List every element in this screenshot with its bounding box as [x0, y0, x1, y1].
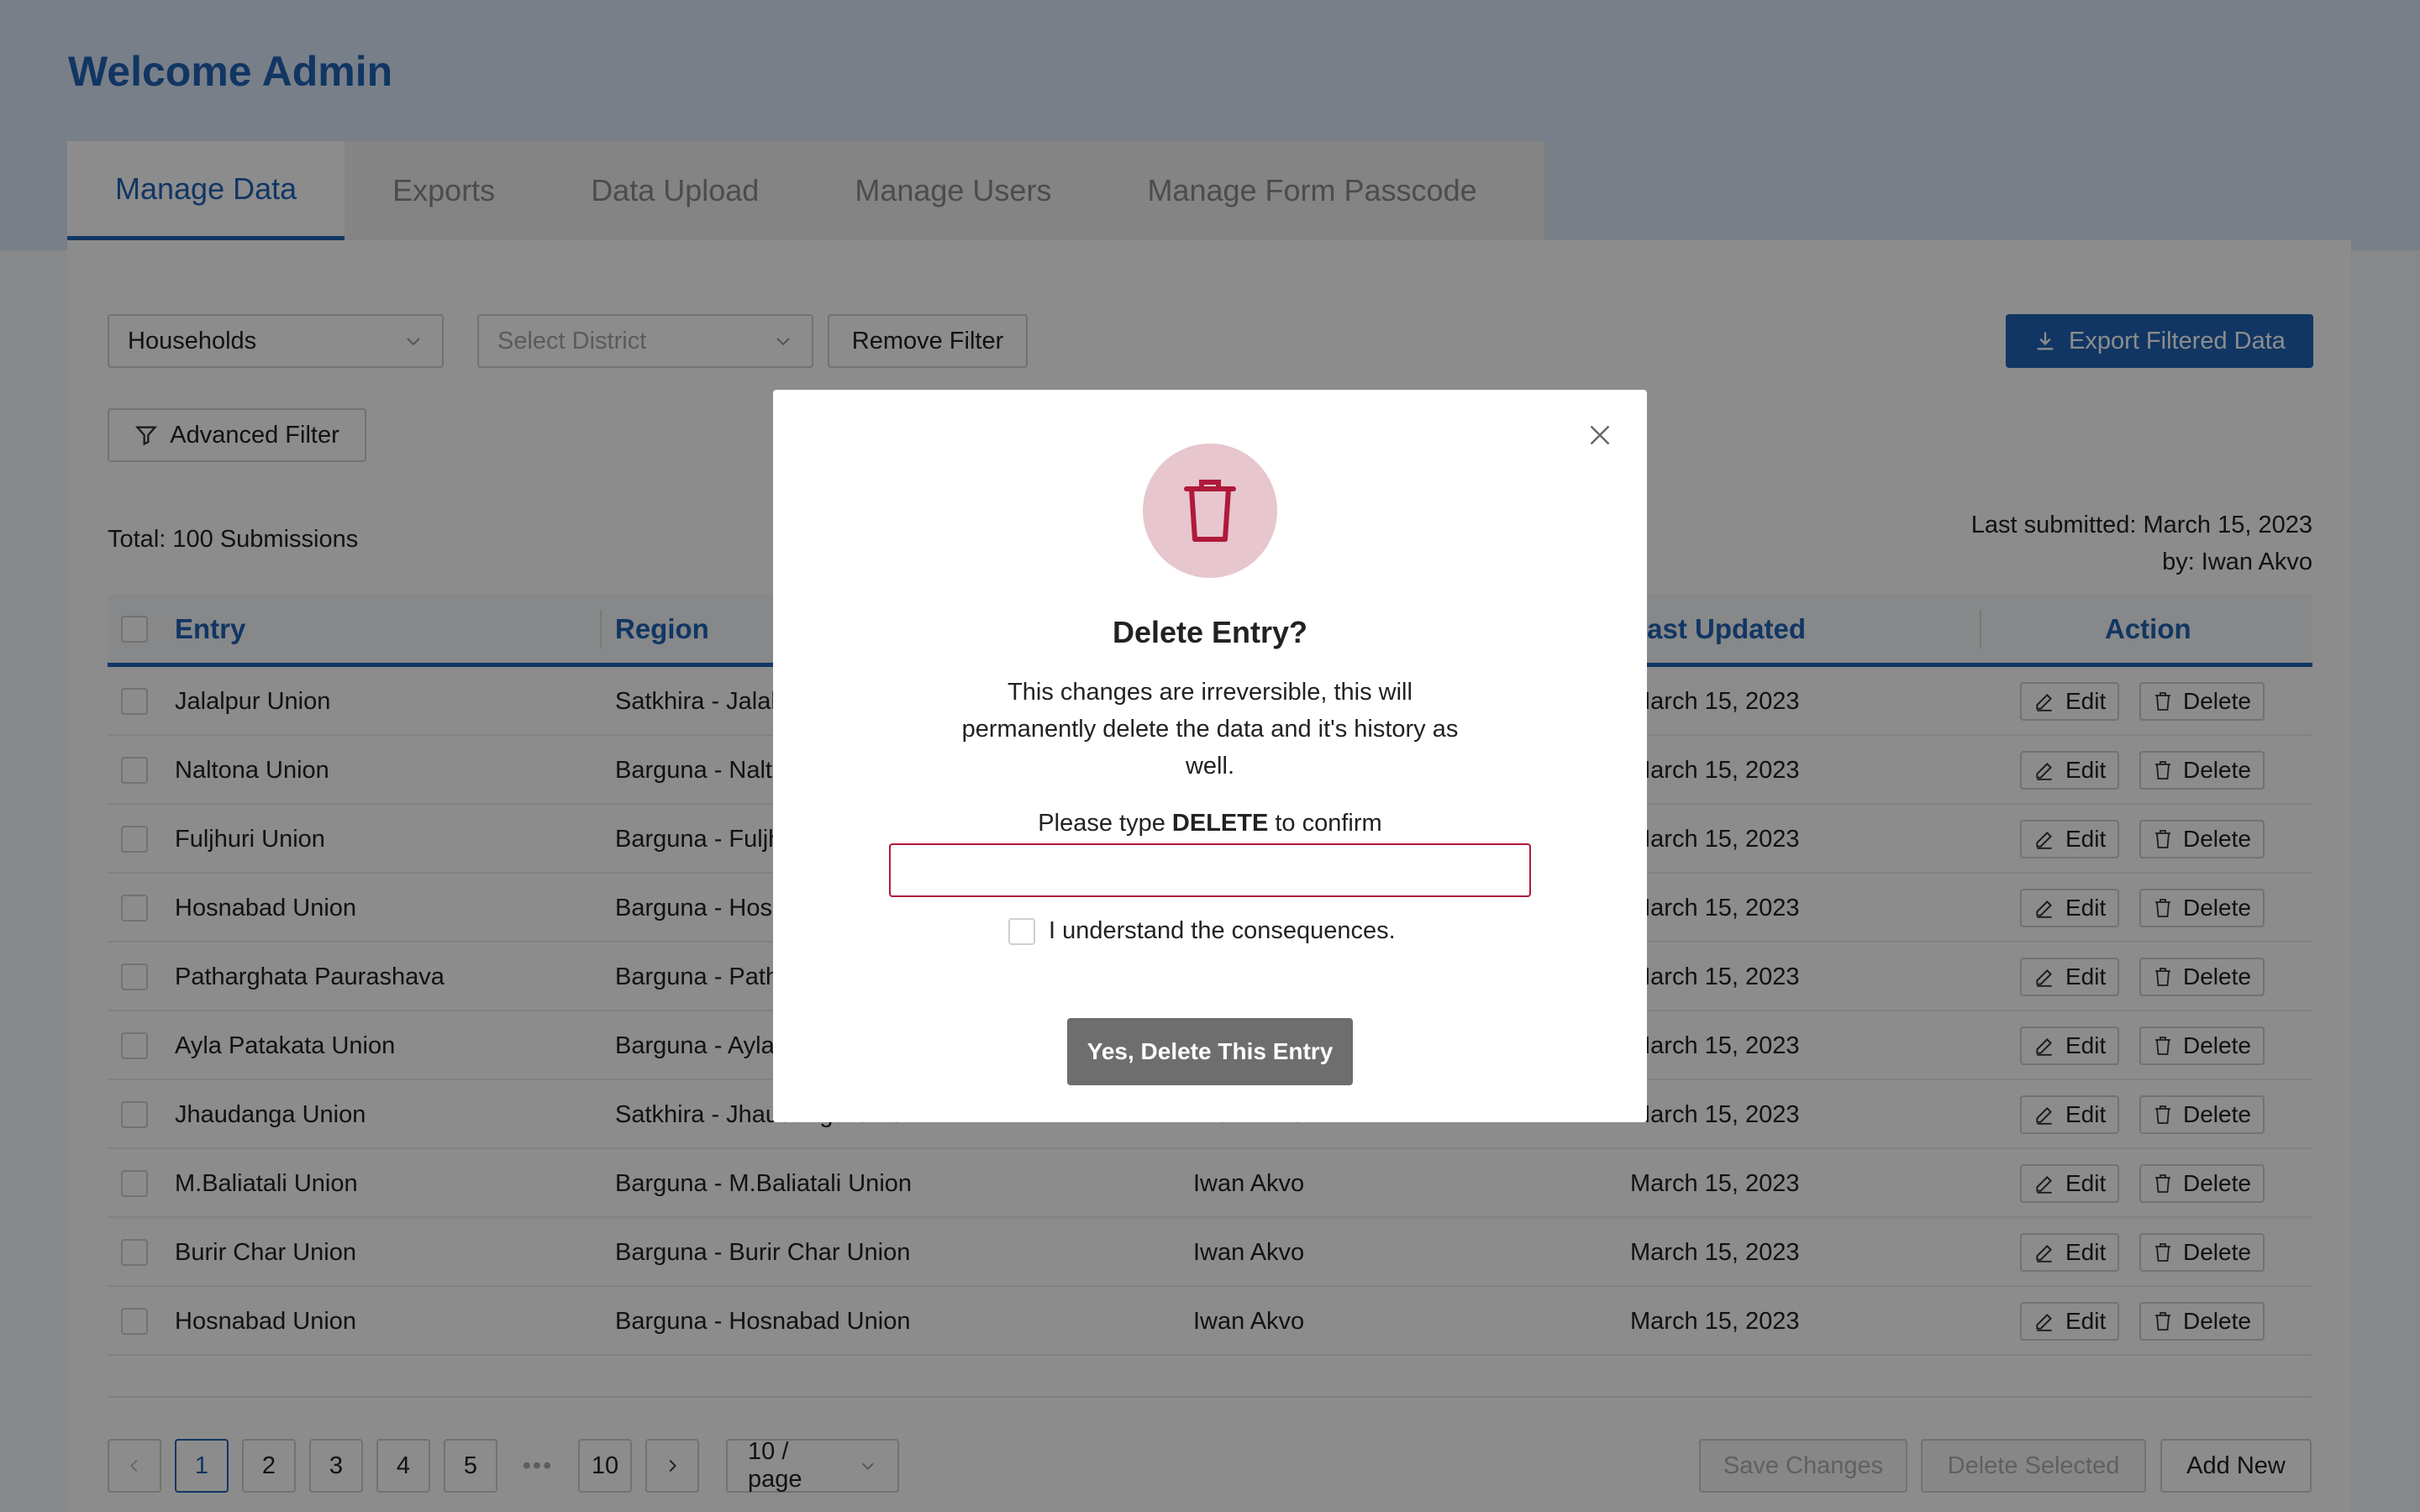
warning-icon-circle	[1143, 444, 1277, 578]
prompt-keyword: DELETE	[1171, 810, 1269, 837]
trash-icon	[1184, 480, 1236, 542]
delete-confirm-input[interactable]	[889, 843, 1531, 897]
delete-confirmation-modal: Delete Entry? This changes are irreversi…	[773, 390, 1647, 1122]
close-icon[interactable]	[1585, 420, 1615, 450]
modal-description: This changes are irreversible, this will…	[961, 679, 1459, 780]
consequences-checkbox[interactable]	[1008, 917, 1035, 945]
consequences-checkbox-row[interactable]: I understand the consequences.	[1008, 917, 1396, 945]
modal-confirm-prompt: Please type DELETE to confirm	[773, 810, 1647, 837]
confirm-delete-button[interactable]: Yes, Delete This Entry	[1067, 1018, 1353, 1085]
prompt-suffix: to confirm	[1268, 810, 1382, 837]
modal-title: Delete Entry?	[1112, 615, 1308, 649]
consequences-label: I understand the consequences.	[1049, 917, 1396, 944]
prompt-prefix: Please type	[1038, 810, 1172, 837]
